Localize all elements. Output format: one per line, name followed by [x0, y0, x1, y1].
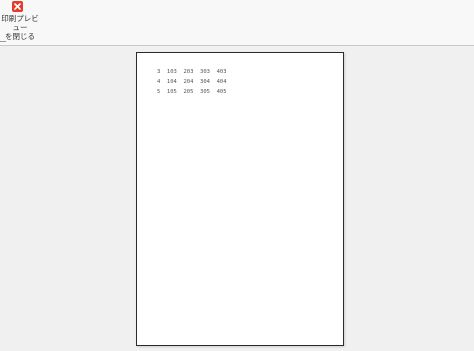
preview-canvas[interactable]: 3 103 203 303 403 4 104 204 304 404 5 10…: [0, 46, 474, 351]
close-print-preview-label: 印刷プレビュー を閉じる: [1, 14, 39, 41]
ribbon-toolbar: 印刷プレビュー を閉じる: [0, 0, 474, 46]
close-icon: [12, 1, 23, 12]
print-preview-page: 3 103 203 303 403 4 104 204 304 404 5 10…: [136, 52, 344, 346]
ribbon-group-divider: [0, 41, 6, 42]
page-line: 3 103 203 303 403: [157, 69, 227, 75]
close-print-preview-button[interactable]: 印刷プレビュー を閉じる: [0, 0, 40, 44]
page-content: 3 103 203 303 403 4 104 204 304 404 5 10…: [157, 67, 227, 97]
page-line: 5 105 205 305 405: [157, 89, 227, 95]
page-line: 4 104 204 304 404: [157, 79, 227, 85]
